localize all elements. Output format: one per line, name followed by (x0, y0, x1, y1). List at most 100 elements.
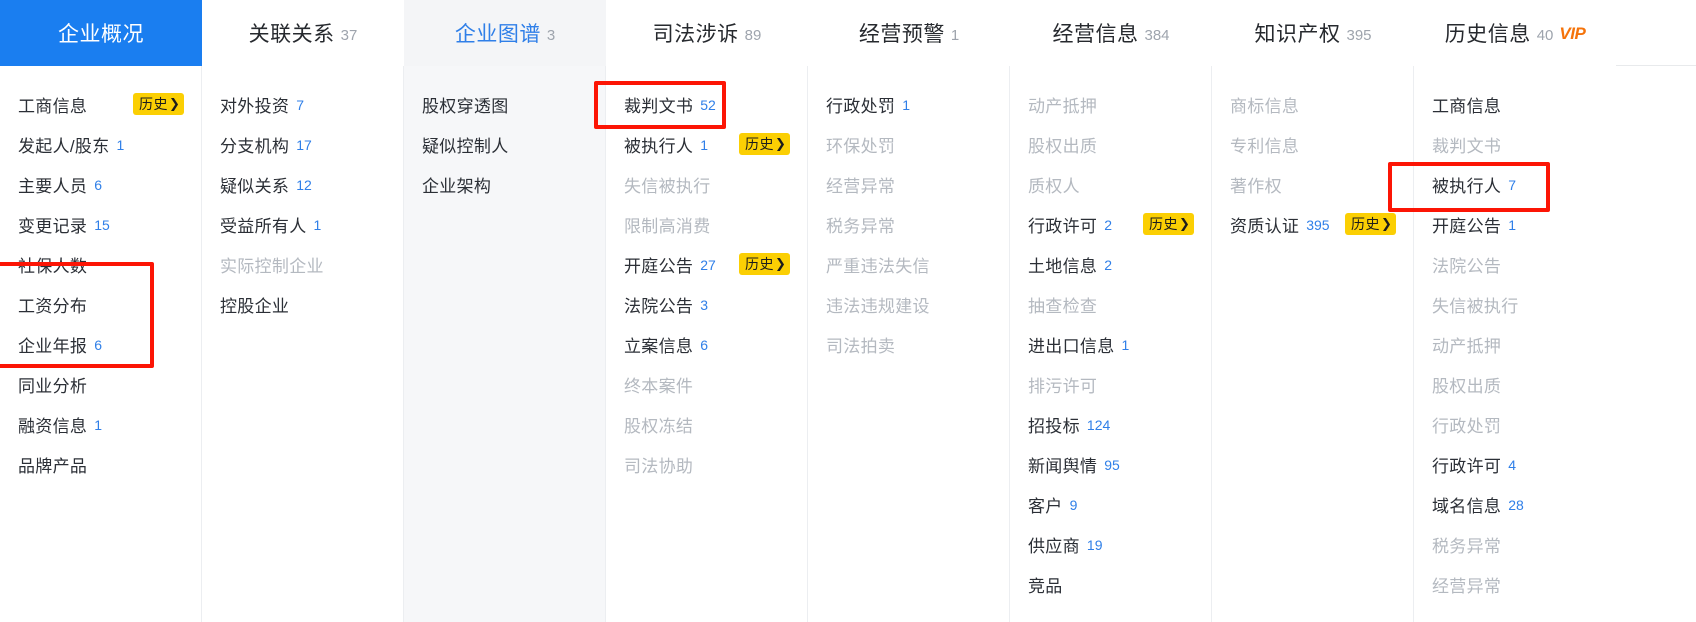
menu-item[interactable]: 对外投资 7 (202, 84, 403, 124)
menu-item: 经营异常 (808, 164, 1009, 204)
menu-item-label: 客户 (1028, 496, 1063, 516)
tab-label: 经营预警 (858, 23, 945, 46)
history-badge-label: 历史 (139, 96, 168, 112)
menu-item[interactable]: 疑似关系 12 (202, 164, 403, 204)
menu-item[interactable]: 企业架构 (404, 164, 605, 204)
menu-item-label: 疑似关系 (220, 176, 290, 196)
tab-8[interactable]: 历史信息 40 VIP (1414, 0, 1616, 66)
tab-label: 企业图谱 (454, 23, 541, 46)
menu-item-label: 裁判文书 (624, 96, 694, 116)
menu-item-label: 供应商 (1028, 536, 1080, 556)
menu-item-count: 124 (1086, 417, 1111, 433)
tab-1[interactable]: 企业概况 (0, 0, 202, 66)
history-badge[interactable]: 历史 ❯ (133, 93, 185, 115)
menu-item[interactable]: 分支机构 17 (202, 124, 403, 164)
menu-item-label: 工商信息 (1432, 96, 1502, 116)
menu-item-count: 95 (1104, 457, 1120, 473)
menu-item[interactable]: 主要人员 6 (0, 164, 201, 204)
menu-item: 股权出质 (1414, 364, 1616, 404)
menu-item-label: 进出口信息 (1028, 336, 1115, 356)
menu-item-label: 企业架构 (422, 176, 492, 196)
menu-item[interactable]: 社保人数 (0, 244, 201, 284)
column-company-graph: 股权穿透图 疑似控制人企业架构 (404, 66, 606, 622)
menu-item: 质权人 (1010, 164, 1211, 204)
tab-6[interactable]: 经营信息 384 (1010, 0, 1212, 66)
menu-item[interactable]: 融资信息 1 (0, 404, 201, 444)
menu-item-count: 1 (116, 137, 125, 153)
menu-item[interactable]: 供应商 19 (1010, 524, 1211, 564)
history-badge[interactable]: 历史 ❯ (1143, 213, 1195, 235)
menu-item[interactable]: 被执行人 1 历史 ❯ (606, 124, 807, 164)
menu-item: 动产抵押 (1010, 84, 1211, 124)
menu-item[interactable]: 工资分布 (0, 284, 201, 324)
tab-7[interactable]: 知识产权 395 (1212, 0, 1414, 66)
menu-item[interactable]: 招投标 124 (1010, 404, 1211, 444)
tab-3[interactable]: 企业图谱 3 (404, 0, 606, 66)
menu-item[interactable]: 域名信息 28 (1414, 484, 1616, 524)
menu-item-label: 企业年报 (18, 336, 88, 356)
menu-item[interactable]: 变更记录 15 (0, 204, 201, 244)
menu-item[interactable]: 企业年报 6 (0, 324, 201, 364)
menu-item-label: 失信被执行 (624, 176, 711, 196)
menu-item-label: 股权出质 (1028, 136, 1098, 156)
menu-item[interactable]: 行政许可 4 (1414, 444, 1616, 484)
menu-item[interactable]: 开庭公告 27 历史 ❯ (606, 244, 807, 284)
menu-item[interactable]: 裁判文书 52 (606, 84, 807, 124)
menu-item[interactable]: 受益所有人 1 (202, 204, 403, 244)
menu-item-count: 19 (1086, 537, 1103, 553)
tab-count: 37 (340, 26, 358, 44)
menu-item[interactable]: 工商信息 (1414, 84, 1616, 124)
menu-item-label: 工商信息 (18, 96, 88, 116)
menu-item[interactable]: 工商信息 历史 ❯ (0, 84, 201, 124)
menu-item-label: 法院公告 (1432, 256, 1502, 276)
menu-item-label: 分支机构 (220, 136, 290, 156)
menu-item[interactable]: 品牌产品 (0, 444, 201, 484)
menu-item-count: 17 (296, 137, 312, 153)
menu-item[interactable]: 行政处罚 1 (808, 84, 1009, 124)
tab-count: 384 (1144, 26, 1170, 44)
menu-item[interactable]: 控股企业 (202, 284, 403, 324)
tab-4[interactable]: 司法涉诉 89 (606, 0, 808, 66)
menu-item-label: 法院公告 (624, 296, 694, 316)
tab-2[interactable]: 关联关系 37 (202, 0, 404, 66)
menu-item[interactable]: 疑似控制人 (404, 124, 605, 164)
menu-item[interactable]: 进出口信息 1 (1010, 324, 1211, 364)
menu-item[interactable]: 新闻舆情 95 (1010, 444, 1211, 484)
column-company-overview: 工商信息 历史 ❯ 发起人/股东 1 主要人员 6 变更记录 15 社保人数工资分布企业年报 6 同业… (0, 66, 202, 622)
history-badge[interactable]: 历史 ❯ (739, 253, 791, 275)
menu-item-count: 1 (1121, 337, 1130, 353)
menu-item[interactable]: 客户 9 (1010, 484, 1211, 524)
menu-item-label: 动产抵押 (1432, 336, 1502, 356)
menu-item[interactable]: 土地信息 2 (1010, 244, 1211, 284)
menu-item-label: 裁判文书 (1432, 136, 1502, 156)
tab-5[interactable]: 经营预警 1 (808, 0, 1010, 66)
menu-item-label: 新闻舆情 (1028, 456, 1098, 476)
vip-badge: VIP (1559, 24, 1586, 43)
menu-item-label: 招投标 (1028, 416, 1080, 436)
menu-item[interactable]: 立案信息 6 (606, 324, 807, 364)
menu-item: 著作权 (1212, 164, 1413, 204)
menu-item-label: 工资分布 (18, 296, 88, 316)
history-badge[interactable]: 历史 ❯ (739, 133, 791, 155)
menu-item[interactable]: 开庭公告 1 (1414, 204, 1616, 244)
menu-item[interactable]: 同业分析 (0, 364, 201, 404)
menu-item: 失信被执行 (606, 164, 807, 204)
menu-item[interactable]: 竞品 (1010, 564, 1211, 604)
menu-item-label: 发起人/股东 (18, 136, 110, 156)
menu-item: 限制高消费 (606, 204, 807, 244)
menu-item: 违法违规建设 (808, 284, 1009, 324)
menu-item[interactable]: 被执行人 7 (1414, 164, 1616, 204)
category-tabbar: 企业概况 关联关系 37 企业图谱 3 司法涉诉 89 经营预警 1 经营信息 384 知识产权 395… (0, 0, 1696, 66)
column-business-info: 动产抵押 股权出质 质权人 行政许可 2 历史 ❯ 土地信息 2 抽查检查 进出口信息 1 排污许可 招投… (1010, 66, 1212, 622)
menu-item-label: 违法违规建设 (826, 296, 930, 316)
tab-label: 历史信息 (1444, 23, 1531, 46)
history-badge-label: 历史 (745, 256, 774, 272)
menu-item[interactable]: 股权穿透图 (404, 84, 605, 124)
menu-item-label: 商标信息 (1230, 96, 1300, 116)
history-badge[interactable]: 历史 ❯ (1345, 213, 1397, 235)
menu-item[interactable]: 发起人/股东 1 (0, 124, 201, 164)
menu-item[interactable]: 法院公告 3 (606, 284, 807, 324)
menu-item[interactable]: 资质认证 395 历史 ❯ (1212, 204, 1413, 244)
menu-item[interactable]: 行政许可 2 历史 ❯ (1010, 204, 1211, 244)
menu-item-label: 司法拍卖 (826, 336, 896, 356)
